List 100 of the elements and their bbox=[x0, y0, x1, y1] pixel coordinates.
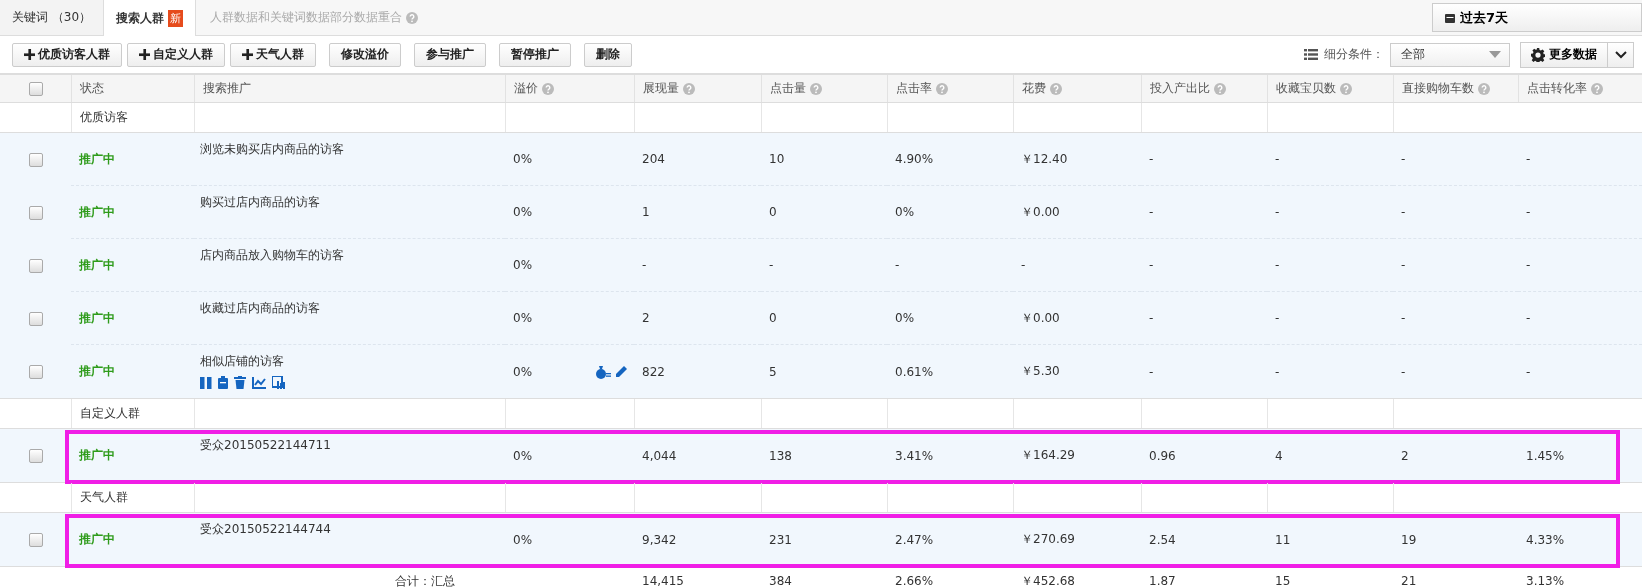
help-icon[interactable] bbox=[1050, 82, 1062, 95]
total-cell: 21 bbox=[1401, 574, 1417, 587]
column-label: 搜索推广 bbox=[203, 80, 251, 97]
table-row[interactable]: 推广中 受众20150522144711 0% 4,044 138 3.41% ￥164.29 0.96 4 2 1.45% bbox=[0, 429, 1642, 483]
total-cell: 2.66% bbox=[895, 574, 934, 587]
total-cell: 1.87 bbox=[1149, 574, 1176, 587]
help-icon[interactable] bbox=[542, 82, 554, 95]
toolbar-button[interactable]: 参与推广 bbox=[414, 42, 486, 67]
delete-icon[interactable] bbox=[234, 376, 246, 389]
pencil-icon[interactable] bbox=[614, 364, 628, 379]
table-cell: 0% bbox=[513, 448, 533, 463]
pause-icon[interactable] bbox=[200, 376, 212, 389]
table-cell: - bbox=[1526, 364, 1531, 379]
table-cell: 0% bbox=[513, 311, 533, 325]
row-checkbox[interactable] bbox=[28, 448, 43, 463]
help-icon[interactable] bbox=[1591, 82, 1603, 95]
audience-name: 受众20150522144711 bbox=[200, 437, 331, 454]
table-cell: - bbox=[1526, 205, 1531, 219]
column-label: 投入产出比 bbox=[1150, 80, 1210, 97]
table-cell: - bbox=[1401, 311, 1406, 325]
add-group-button[interactable]: 自定义人群 bbox=[127, 42, 225, 67]
total-cell: 15 bbox=[1275, 574, 1291, 587]
report-icon[interactable] bbox=[272, 376, 285, 389]
row-checkbox[interactable] bbox=[28, 311, 43, 326]
table-cell: 3.41% bbox=[895, 448, 934, 463]
audience-name: 相似店铺的访客 bbox=[200, 353, 284, 370]
help-icon[interactable] bbox=[936, 82, 948, 95]
status-text: 推广中 bbox=[79, 256, 115, 274]
filter-dropdown[interactable]: 全部 bbox=[1390, 42, 1510, 67]
money-bag-icon[interactable] bbox=[595, 364, 611, 379]
table-cell: 0 bbox=[769, 205, 777, 219]
table-cell: 1.45% bbox=[1526, 448, 1565, 463]
help-icon[interactable] bbox=[1214, 82, 1226, 95]
table-cell: 5 bbox=[769, 364, 777, 379]
add-group-button[interactable]: 天气人群 bbox=[230, 42, 316, 67]
table-row[interactable]: 推广中 受众20150522144744 0% 9,342 231 2.47% ￥270.69 2.54 11 19 4.33% bbox=[0, 513, 1642, 567]
table-cell: 0 bbox=[769, 311, 777, 325]
table-cell: - bbox=[1401, 258, 1406, 272]
audience-name: 浏览未购买店内商品的访客 bbox=[200, 141, 344, 158]
table-cell: - bbox=[1275, 152, 1280, 166]
table-cell: 10 bbox=[769, 152, 785, 166]
add-group-button[interactable]: 优质访客人群 bbox=[12, 42, 122, 67]
tab[interactable]: 搜索人群 新 bbox=[104, 0, 197, 36]
dropdown-caret-button[interactable] bbox=[1608, 41, 1634, 68]
table-cell: ￥0.00 bbox=[1021, 203, 1060, 221]
clipboard-icon[interactable] bbox=[218, 376, 228, 389]
table-cell: 19 bbox=[1401, 532, 1417, 547]
line-chart-icon[interactable] bbox=[252, 376, 266, 389]
help-icon[interactable] bbox=[683, 82, 695, 95]
table-cell: 4 bbox=[1275, 448, 1283, 463]
table-cell: - bbox=[1401, 205, 1406, 219]
table-cell: - bbox=[1275, 364, 1280, 379]
table-cell: - bbox=[1149, 364, 1154, 379]
row-checkbox[interactable] bbox=[28, 258, 43, 273]
column-label: 点击量 bbox=[770, 80, 806, 97]
table-cell: ￥164.29 bbox=[1021, 447, 1075, 464]
table-cell: 0% bbox=[513, 364, 533, 379]
table-cell: - bbox=[1021, 258, 1026, 272]
column-label: 状态 bbox=[80, 80, 104, 97]
audience-name: 购买过店内商品的访客 bbox=[200, 194, 320, 211]
plus-icon bbox=[139, 49, 150, 60]
toolbar-button[interactable]: 暂停推广 bbox=[499, 42, 571, 67]
table-cell: - bbox=[1526, 311, 1531, 325]
column-label: 点击转化率 bbox=[1527, 80, 1587, 97]
table-cell: - bbox=[1149, 311, 1154, 325]
table-row[interactable]: 推广中 浏览未购买店内商品的访客 0% 204 10 4.90% ￥12.40 - - - - bbox=[0, 133, 1642, 186]
row-checkbox[interactable] bbox=[28, 364, 43, 379]
date-range-button[interactable]: 过去7天 bbox=[1432, 3, 1642, 32]
table-cell: - bbox=[1401, 152, 1406, 166]
table-cell: 0% bbox=[895, 205, 915, 219]
table-cell: 0% bbox=[513, 532, 533, 547]
row-checkbox[interactable] bbox=[28, 152, 43, 167]
table-row[interactable]: 推广中 店内商品放入购物车的访客 0% - - - - - - - - bbox=[0, 239, 1642, 292]
table-row[interactable]: 推广中 购买过店内商品的访客 0% 1 0 0% ￥0.00 - - - - bbox=[0, 186, 1642, 239]
select-all-checkbox[interactable] bbox=[28, 81, 43, 96]
table-cell: ￥5.30 bbox=[1021, 363, 1060, 380]
total-cell: 384 bbox=[769, 574, 792, 587]
row-checkbox[interactable] bbox=[28, 532, 43, 547]
table-cell: - bbox=[1149, 258, 1154, 272]
help-icon[interactable] bbox=[810, 82, 822, 95]
tab[interactable]: 关键词 （30） bbox=[0, 0, 105, 35]
table-cell: - bbox=[1275, 205, 1280, 219]
row-checkbox[interactable] bbox=[28, 205, 43, 220]
total-label: 合计：汇总 bbox=[395, 572, 455, 587]
column-label: 花费 bbox=[1022, 80, 1046, 97]
toolbar-button[interactable]: 修改溢价 bbox=[329, 42, 401, 67]
table-row[interactable]: 推广中 相似店铺的访客 0% 822 5 0.61% ￥5.30 - - - - bbox=[0, 345, 1642, 399]
toolbar-button[interactable]: 删除 bbox=[584, 42, 632, 67]
help-icon[interactable] bbox=[406, 11, 419, 24]
help-icon[interactable] bbox=[1478, 82, 1490, 95]
more-data-button[interactable]: 更多数据 bbox=[1520, 41, 1608, 68]
audience-name: 受众20150522144744 bbox=[200, 521, 331, 538]
tab-note: 人群数据和关键词数据部分数据重合 bbox=[210, 9, 403, 26]
table-cell: 0% bbox=[513, 152, 533, 166]
total-cell: 14,415 bbox=[642, 574, 684, 587]
table-row[interactable]: 推广中 收藏过店内商品的访客 0% 2 0 0% ￥0.00 - - - - bbox=[0, 292, 1642, 345]
table-cell: 0.61% bbox=[895, 364, 934, 379]
table-cell: 9,342 bbox=[642, 532, 677, 547]
status-text: 推广中 bbox=[79, 309, 115, 327]
help-icon[interactable] bbox=[1340, 82, 1352, 95]
